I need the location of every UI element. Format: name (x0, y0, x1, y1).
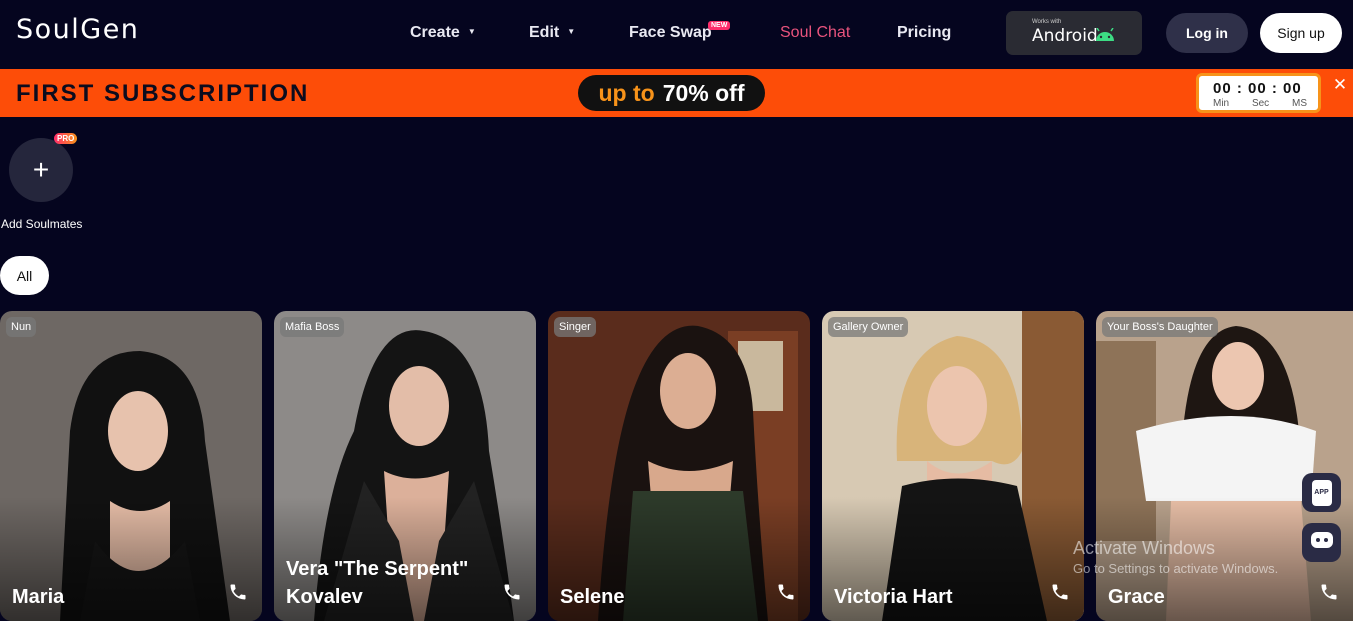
nav-face-swap-label: Face Swap (629, 24, 712, 41)
character-role-tag: Nun (6, 317, 37, 337)
signup-button[interactable]: Sign up (1260, 13, 1342, 53)
caret-down-icon: ▼ (467, 26, 476, 36)
phone-icon[interactable] (776, 582, 796, 607)
login-button[interactable]: Log in (1166, 13, 1248, 53)
offer-value: 70% off (662, 79, 745, 106)
new-badge: NEW (708, 21, 731, 30)
chat-bot-icon (1310, 530, 1334, 555)
app-icon: APP (1311, 479, 1332, 506)
plus-icon: + (32, 154, 50, 185)
timer-units: Min Sec MS (1213, 98, 1307, 109)
watermark-line2: Go to Settings to activate Windows. (1073, 561, 1279, 576)
nav-pricing-label: Pricing (897, 24, 952, 41)
character-card[interactable]: Mafia Boss Vera "The Serpent" Kovalev (274, 311, 536, 621)
promo-offer[interactable]: up to 70% off (578, 75, 765, 111)
character-name: Vera "The Serpent" Kovalev (286, 558, 469, 608)
timer-unit-min: Min (1213, 98, 1230, 109)
character-portrait (822, 311, 1084, 621)
android-label: Android (1032, 26, 1098, 46)
pro-badge: PRO (54, 133, 78, 144)
nav-edit[interactable]: Edit ▼ (529, 24, 575, 42)
character-name: Grace (1108, 586, 1165, 608)
caret-down-icon: ▼ (567, 26, 576, 36)
character-name: Maria (12, 586, 65, 608)
character-card[interactable]: Singer Selene (548, 311, 810, 621)
close-icon[interactable]: ✕ (1327, 71, 1353, 99)
android-app-button[interactable]: Works with Android (1006, 11, 1142, 55)
countdown-timer: 00 : 00 : 00 Min Sec MS (1196, 73, 1321, 113)
character-card[interactable]: Gallery Owner Victoria Hart (822, 311, 1084, 621)
timer-digits: 00 : 00 : 00 (1213, 80, 1302, 97)
nav-soul-chat-label: Soul Chat (780, 24, 851, 41)
chat-support-button[interactable] (1302, 523, 1341, 562)
character-role-tag: Mafia Boss (280, 317, 345, 337)
promo-banner[interactable]: FIRST SUBSCRIPTION up to 70% off 00 : 00… (0, 69, 1353, 117)
character-role-tag: Your Boss's Daughter (1102, 317, 1218, 337)
nav-create-label: Create (410, 24, 460, 41)
app-icon-label: APP (1314, 489, 1329, 496)
top-navbar: SoulGen Create ▼ Edit ▼ Face Swap NEW So… (0, 0, 1353, 69)
character-portrait (548, 311, 810, 621)
add-soulmate-button[interactable]: + (9, 138, 73, 202)
nav-pricing[interactable]: Pricing (897, 24, 951, 42)
logo[interactable]: SoulGen (16, 14, 139, 45)
phone-icon[interactable] (502, 582, 522, 607)
character-name: Selene (560, 586, 625, 608)
phone-icon[interactable] (1050, 582, 1070, 607)
phone-icon[interactable] (1319, 582, 1339, 607)
promo-title: FIRST SUBSCRIPTION (16, 80, 310, 107)
character-card[interactable]: Nun Maria (0, 311, 262, 621)
character-name: Victoria Hart (834, 586, 953, 608)
phone-icon[interactable] (228, 582, 248, 607)
nav-face-swap[interactable]: Face Swap NEW (629, 21, 731, 42)
watermark-line1: Activate Windows (1073, 538, 1216, 558)
nav-edit-label: Edit (529, 24, 560, 41)
filter-all-chip[interactable]: All (0, 256, 49, 295)
offer-prefix: up to (598, 79, 655, 106)
timer-unit-sec: Sec (1251, 98, 1270, 109)
timer-unit-ms: MS (1291, 98, 1307, 109)
character-role-tag: Singer (554, 317, 596, 337)
character-role-tag: Gallery Owner (828, 317, 909, 337)
app-download-button[interactable]: APP (1302, 473, 1341, 512)
works-with-label: Works with (1032, 19, 1062, 25)
nav-soul-chat[interactable]: Soul Chat (780, 24, 850, 42)
nav-create[interactable]: Create ▼ (410, 24, 476, 42)
character-portrait (0, 311, 262, 621)
android-icon (1094, 27, 1116, 47)
windows-activation-watermark: Activate Windows Go to Settings to activ… (1073, 538, 1278, 576)
add-soulmates-label: Add Soulmates (1, 217, 83, 231)
